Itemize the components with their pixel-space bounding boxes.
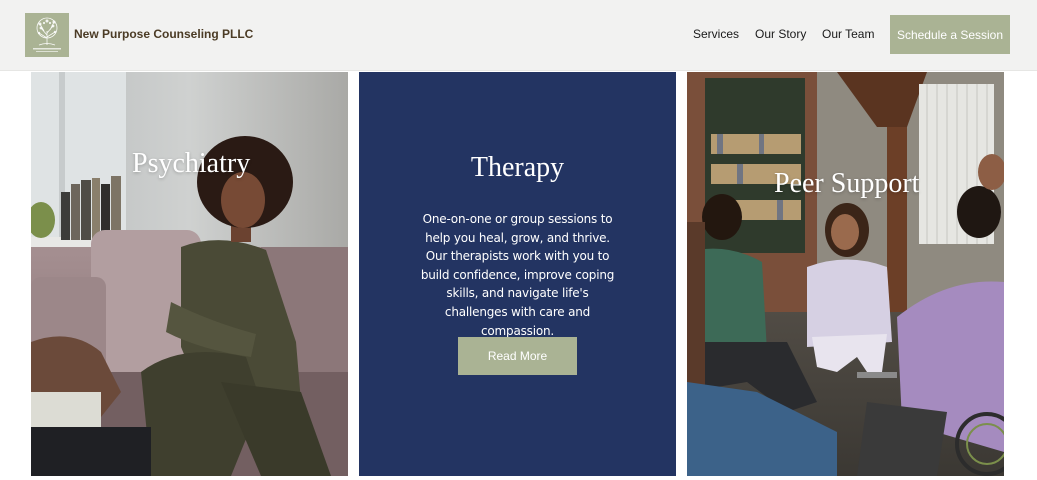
therapy-card[interactable]: Therapy One-on-one or group sessions to … [359,72,676,476]
read-more-button[interactable]: Read More [458,337,577,375]
psychiatry-photo [31,72,348,476]
psychiatry-title: Psychiatry [132,148,251,179]
schedule-session-button[interactable]: Schedule a Session [890,15,1010,54]
therapy-title: Therapy [470,152,565,183]
therapy-description: One-on-one or group sessions to help you… [420,212,615,338]
nav-our-story[interactable]: Our Story [755,27,806,41]
psychiatry-card[interactable]: Psychiatry [31,72,348,476]
peer-support-title: Peer Support [774,168,920,199]
peer-support-card[interactable]: Peer Support [687,72,1004,476]
logo[interactable] [25,13,69,57]
nav-services[interactable]: Services [693,27,739,41]
tree-logo-icon [25,13,69,57]
site-header: New Purpose Counseling PLLC Services Our… [0,0,1037,71]
nav-our-team[interactable]: Our Team [822,27,874,41]
peer-support-photo [687,72,1004,476]
brand-name[interactable]: New Purpose Counseling PLLC [74,27,253,41]
